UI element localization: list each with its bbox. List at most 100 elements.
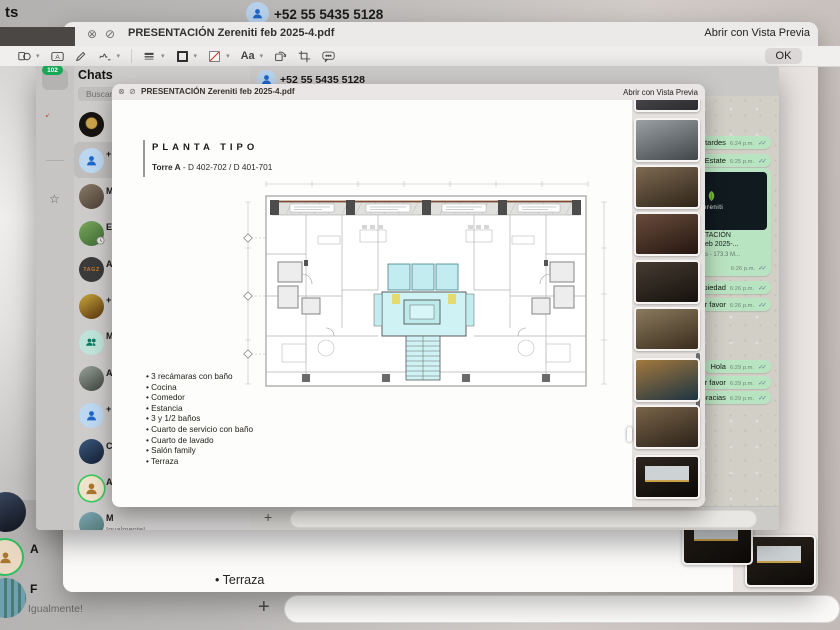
file-name-fragment: TACIÓN xyxy=(705,232,731,239)
chat-name[interactable]: F xyxy=(30,582,37,596)
crop-icon xyxy=(298,50,311,63)
avatar xyxy=(79,512,104,530)
read-receipt-icon: ✓✓ xyxy=(758,363,765,371)
chevron-down-icon: ▾ xyxy=(226,52,230,60)
tagz-label: TAGZ xyxy=(83,267,100,273)
plan-heading: PLANTA TIPO xyxy=(152,142,258,153)
amenity-bullet: • 3 recámaras con baño xyxy=(146,372,253,383)
markup-toolbar: ▾A▾▾▾▾Aa▾ xyxy=(0,46,840,67)
group-icon xyxy=(85,336,98,349)
read-receipt-icon: ✓✓ xyxy=(758,284,765,292)
avatar-status-ring[interactable] xyxy=(0,540,22,574)
avatar xyxy=(79,476,104,501)
avatar xyxy=(79,112,104,137)
leaf-icon xyxy=(705,191,718,202)
page-thumbnail[interactable] xyxy=(634,358,700,402)
read-receipt-icon: ✓✓ xyxy=(758,379,765,387)
message-bubble[interactable]: piedad6:26 p.m.✓✓ xyxy=(697,281,771,294)
pdf-bullet-terraza: • Terraza xyxy=(215,573,264,587)
ok-button[interactable]: OK xyxy=(765,48,802,64)
message-bubble[interactable]: Gracias6:29 p.m.✓✓ xyxy=(694,391,771,404)
chevron-down-icon: ▾ xyxy=(36,52,40,60)
open-with-preview-button[interactable]: Abrir con Vista Previa xyxy=(623,88,698,97)
message-input[interactable] xyxy=(284,595,840,623)
amenity-bullet: • Cocina xyxy=(146,383,253,394)
back-chatlist-column xyxy=(0,66,36,500)
page-thumbnail[interactable] xyxy=(634,455,700,499)
chevron-down-icon: ▾ xyxy=(161,52,165,60)
cinema-screen xyxy=(645,466,689,482)
scroll-indicator[interactable] xyxy=(627,427,632,442)
chat-name-fragment: M xyxy=(106,513,114,523)
message-input[interactable] xyxy=(290,510,757,528)
crop-tool[interactable] xyxy=(298,50,311,63)
back-chats-title: ts xyxy=(5,4,18,21)
shapes-tool[interactable] xyxy=(18,50,31,63)
page-thumbnail[interactable] xyxy=(634,405,700,449)
chat-name[interactable]: A xyxy=(30,542,39,556)
open-with-preview-button[interactable]: Abrir con Vista Previa xyxy=(704,27,810,39)
avatar xyxy=(79,330,104,355)
close-window-icon[interactable]: ⊗ xyxy=(87,22,97,46)
star-icon[interactable]: ☆ xyxy=(49,192,60,206)
draw-tool[interactable] xyxy=(75,50,88,63)
message-bubble[interactable]: r favor6:26 p.m.✓✓ xyxy=(699,298,771,311)
message-bubble[interactable]: l Estate6:25 p.m.✓✓ xyxy=(695,154,771,167)
toolbar-tools: ▾A▾▾▾▾Aa▾ xyxy=(0,49,335,63)
read-receipt-icon: ✓✓ xyxy=(758,394,765,402)
message-time: 6:24 p.m. xyxy=(730,141,754,147)
chat-list-item[interactable]: MIgualmente! xyxy=(74,506,250,530)
message-bubble[interactable]: Hola6:29 p.m.✓✓ xyxy=(704,360,771,373)
file-meta-fragment: s - 173.3 M... xyxy=(705,252,740,258)
avatar[interactable] xyxy=(0,578,26,618)
person-icon xyxy=(0,550,13,565)
amenity-bullet: • Cuarto de servicio con baño xyxy=(146,425,253,436)
file-name-fragment: eb 2025-... xyxy=(705,241,738,248)
unread-badge: 102 xyxy=(42,66,63,75)
avatar xyxy=(79,403,104,428)
avatar xyxy=(79,366,104,391)
message-bubble[interactable]: r favor6:29 p.m.✓✓ xyxy=(699,376,771,389)
message-bubble[interactable]: tardes6:24 p.m.✓✓ xyxy=(699,136,771,149)
fill-color-tool[interactable] xyxy=(208,50,221,63)
signature-icon xyxy=(99,50,112,63)
attach-plus-button[interactable]: + xyxy=(264,509,272,525)
back-chat-phone-title: +52 55 5435 5128 xyxy=(274,7,383,22)
rotate-tool[interactable] xyxy=(274,50,287,63)
person-icon xyxy=(251,7,264,20)
line-weight-tool[interactable] xyxy=(143,50,156,63)
mini-input-bar: + xyxy=(250,506,779,530)
page-thumbnail[interactable] xyxy=(634,165,700,209)
close-window-icon[interactable]: ⊗ xyxy=(118,84,125,100)
floor-plan xyxy=(242,178,608,392)
message-time: 6:29 p.m. xyxy=(730,365,754,371)
page-thumbnail[interactable] xyxy=(634,118,700,162)
signature-tool[interactable] xyxy=(99,50,112,63)
border-color-tool[interactable] xyxy=(176,50,189,63)
read-receipt-icon: ✓✓ xyxy=(758,139,765,147)
text-style-tool[interactable]: Aa xyxy=(241,50,255,62)
prohibit-icon[interactable]: ⊘ xyxy=(105,22,115,46)
page-thumbnail[interactable] xyxy=(634,212,700,256)
attach-plus-button[interactable]: + xyxy=(258,596,270,619)
markup-titlebar: ⊗ ⊘ PRESENTACIÓN Zereniti feb 2025-4.pdf… xyxy=(75,22,818,46)
text-style-icon: Aa xyxy=(241,50,255,62)
page-thumbnail[interactable] xyxy=(634,100,700,112)
message-text: r favor xyxy=(705,300,726,309)
mini-nav-rail: 102 ↙ ☆ xyxy=(36,66,74,530)
page-thumbnail[interactable] xyxy=(634,260,700,304)
rail-divider xyxy=(46,160,64,161)
screenshot-stage: ts +52 55 5435 5128 A F Igualmente! + • … xyxy=(0,0,840,630)
annotate-tool[interactable] xyxy=(322,50,335,63)
page-thumbnail[interactable] xyxy=(745,535,816,587)
mini-quicklook-window: ⊗ ⊘ PRESENTACIÓN Zereniti feb 2025-4.pdf… xyxy=(112,84,705,507)
window-gap-shadow xyxy=(0,27,75,46)
page-thumbnail[interactable] xyxy=(634,307,700,351)
person-icon xyxy=(85,154,98,167)
window-title: PRESENTACIÓN Zereniti feb 2025-4.pdf xyxy=(128,27,334,39)
prohibit-icon[interactable]: ⊘ xyxy=(129,84,136,100)
message-time: 6:26 p.m. xyxy=(731,266,755,272)
message-text: piedad xyxy=(703,283,726,292)
window-title: PRESENTACIÓN Zereniti feb 2025-4.pdf xyxy=(141,87,295,96)
textbox-tool[interactable]: A xyxy=(51,50,64,63)
